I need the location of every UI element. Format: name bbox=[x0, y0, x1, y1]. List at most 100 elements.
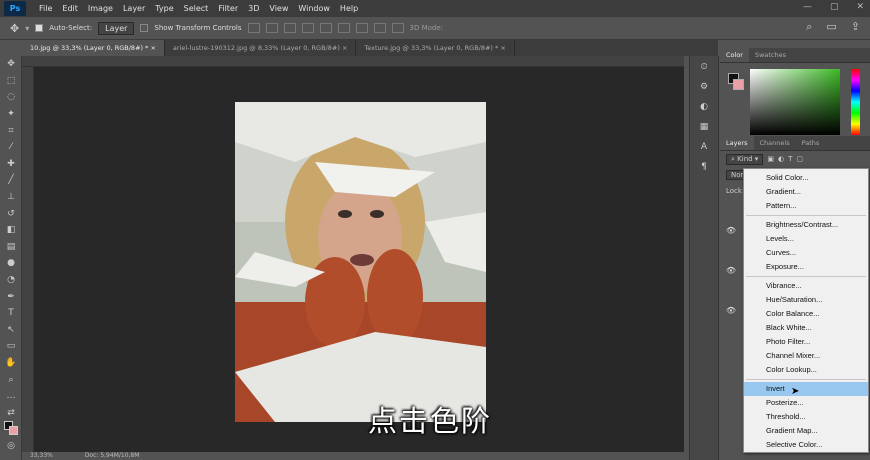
path-selection-icon[interactable]: ↖ bbox=[0, 322, 22, 339]
align-bottom-icon[interactable] bbox=[337, 23, 350, 33]
menu-item-threshold[interactable]: Threshold... bbox=[744, 410, 868, 424]
menu-item-color-lookup[interactable]: Color Lookup... bbox=[744, 363, 868, 377]
auto-select-checkbox[interactable] bbox=[35, 24, 44, 32]
libraries-icon[interactable]: ▦ bbox=[696, 122, 712, 136]
magic-wand-icon[interactable]: ✦ bbox=[0, 106, 22, 123]
menu-item-levels[interactable]: Levels... bbox=[744, 232, 868, 246]
menu-item-hue-saturation[interactable]: Hue/Saturation... bbox=[744, 293, 868, 307]
distribute-v-icon[interactable] bbox=[391, 23, 404, 33]
eyedropper-icon[interactable]: ⁄ bbox=[0, 139, 22, 156]
move-tool-icon[interactable]: ✥ bbox=[10, 22, 19, 35]
menu-item-color-balance[interactable]: Color Balance... bbox=[744, 307, 868, 321]
gradient-icon[interactable]: ▤ bbox=[0, 239, 22, 256]
kind-filter[interactable]: ⌕ Kind ▾ bbox=[726, 153, 764, 165]
search-icon[interactable]: ⌕ bbox=[806, 20, 812, 34]
tab-layers[interactable]: Layers bbox=[720, 136, 754, 150]
hue-slider[interactable] bbox=[851, 69, 860, 135]
share-icon[interactable]: ⇪ bbox=[851, 20, 860, 34]
menu-view[interactable]: View bbox=[264, 0, 293, 17]
menu-item-curves[interactable]: Curves... bbox=[744, 246, 868, 260]
filter-pixel-icon[interactable]: ▣ bbox=[767, 155, 774, 163]
maximize-icon[interactable]: ▢ bbox=[830, 2, 839, 12]
hand-icon[interactable]: ✋ bbox=[0, 355, 22, 372]
menu-item-gradient-map[interactable]: Gradient Map... bbox=[744, 424, 868, 438]
move-icon[interactable]: ✥ bbox=[0, 56, 22, 73]
close-tab-icon[interactable]: × bbox=[500, 44, 505, 52]
adjustments-icon[interactable]: ◐ bbox=[696, 102, 712, 116]
tab-texture[interactable]: Texture.jpg @ 33,3% (Layer 0, RGB/8#) * … bbox=[356, 40, 515, 56]
menu-edit[interactable]: Edit bbox=[57, 0, 83, 17]
healing-brush-icon[interactable]: ✚ bbox=[0, 156, 22, 173]
character-icon[interactable]: A bbox=[696, 142, 712, 156]
more-tools-icon[interactable]: … bbox=[0, 388, 22, 405]
menu-3d[interactable]: 3D bbox=[243, 0, 264, 17]
menu-type[interactable]: Type bbox=[150, 0, 178, 17]
menu-item-invert[interactable]: Invert bbox=[744, 382, 868, 396]
menu-window[interactable]: Window bbox=[293, 0, 335, 17]
align-middle-icon[interactable] bbox=[319, 23, 332, 33]
quick-mask-icon[interactable]: ◎ bbox=[0, 438, 22, 455]
color-swatches-icon[interactable] bbox=[0, 421, 22, 438]
menu-item-black-white[interactable]: Black White... bbox=[744, 321, 868, 335]
marquee-icon[interactable]: ⬚ bbox=[0, 73, 22, 90]
layer-visibility-icon[interactable]: 👁 bbox=[720, 306, 742, 315]
filter-adjustment-icon[interactable]: ◐ bbox=[778, 155, 784, 163]
properties-icon[interactable]: ⚙ bbox=[696, 82, 712, 96]
menu-item-exposure[interactable]: Exposure... bbox=[744, 260, 868, 274]
align-left-icon[interactable] bbox=[247, 23, 260, 33]
filter-type-icon[interactable]: T bbox=[788, 155, 792, 163]
workspace-icon[interactable]: ▭ bbox=[826, 20, 836, 34]
menu-filter[interactable]: Filter bbox=[213, 0, 243, 17]
align-right-icon[interactable] bbox=[283, 23, 296, 33]
history-icon[interactable]: ⏲ bbox=[696, 62, 712, 76]
auto-select-dropdown[interactable]: Layer bbox=[98, 21, 135, 35]
layer-visibility-icon[interactable]: 👁 bbox=[720, 266, 742, 275]
color-picker-field[interactable] bbox=[750, 69, 840, 135]
menu-item-solid-color[interactable]: Solid Color... bbox=[744, 171, 868, 185]
menu-item-photo-filter[interactable]: Photo Filter... bbox=[744, 335, 868, 349]
brush-icon[interactable]: ╱ bbox=[0, 172, 22, 189]
menu-item-selective-color[interactable]: Selective Color... bbox=[744, 438, 868, 452]
align-center-icon[interactable] bbox=[265, 23, 278, 33]
transform-controls-checkbox[interactable] bbox=[140, 24, 149, 32]
background-color-swatch[interactable] bbox=[733, 79, 744, 90]
distribute-icon[interactable] bbox=[355, 23, 368, 33]
menu-item-vibrance[interactable]: Vibrance... bbox=[744, 279, 868, 293]
distribute-h-icon[interactable] bbox=[373, 23, 386, 33]
tab-swatches[interactable]: Swatches bbox=[749, 48, 792, 62]
menu-image[interactable]: Image bbox=[83, 0, 118, 17]
chevron-down-icon[interactable]: ▾ bbox=[25, 24, 29, 33]
minimize-icon[interactable]: — bbox=[803, 2, 812, 12]
close-icon[interactable]: ✕ bbox=[856, 2, 864, 12]
type-icon[interactable]: T bbox=[0, 305, 22, 322]
lasso-icon[interactable]: ◌ bbox=[0, 89, 22, 106]
document-image[interactable] bbox=[235, 102, 486, 422]
filter-shape-icon[interactable]: ▢ bbox=[796, 155, 803, 163]
swap-colors-icon[interactable]: ⇄ bbox=[0, 404, 22, 421]
menu-layer[interactable]: Layer bbox=[118, 0, 150, 17]
blur-icon[interactable]: ● bbox=[0, 255, 22, 272]
tab-ariel-lustre[interactable]: ariel-lustre-190312.jpg @ 8,33% (Layer 0… bbox=[165, 40, 357, 56]
menu-item-pattern[interactable]: Pattern... bbox=[744, 199, 868, 213]
align-top-icon[interactable] bbox=[301, 23, 314, 33]
menu-item-channel-mixer[interactable]: Channel Mixer... bbox=[744, 349, 868, 363]
eraser-icon[interactable]: ◧ bbox=[0, 222, 22, 239]
paragraph-icon[interactable]: ¶ bbox=[696, 162, 712, 176]
menu-select[interactable]: Select bbox=[179, 0, 214, 17]
tab-paths[interactable]: Paths bbox=[796, 136, 826, 150]
layer-visibility-icon[interactable]: 👁 bbox=[720, 226, 742, 235]
crop-icon[interactable]: ⌗ bbox=[0, 122, 22, 139]
dodge-icon[interactable]: ◔ bbox=[0, 272, 22, 289]
close-tab-icon[interactable]: × bbox=[342, 44, 347, 52]
close-tab-icon[interactable]: × bbox=[150, 44, 155, 52]
menu-file[interactable]: File bbox=[34, 0, 57, 17]
menu-item-gradient[interactable]: Gradient... bbox=[744, 185, 868, 199]
tab-10-jpg[interactable]: 10.jpg @ 33,3% (Layer 0, RGB/8#) * × bbox=[22, 40, 165, 56]
clone-stamp-icon[interactable]: ⊥ bbox=[0, 189, 22, 206]
shape-icon[interactable]: ▭ bbox=[0, 338, 22, 355]
menu-item-brightness-contrast[interactable]: Brightness/Contrast... bbox=[744, 218, 868, 232]
tab-color[interactable]: Color bbox=[720, 48, 749, 62]
menu-help[interactable]: Help bbox=[335, 0, 363, 17]
menu-item-posterize[interactable]: Posterize... bbox=[744, 396, 868, 410]
tab-channels[interactable]: Channels bbox=[754, 136, 796, 150]
